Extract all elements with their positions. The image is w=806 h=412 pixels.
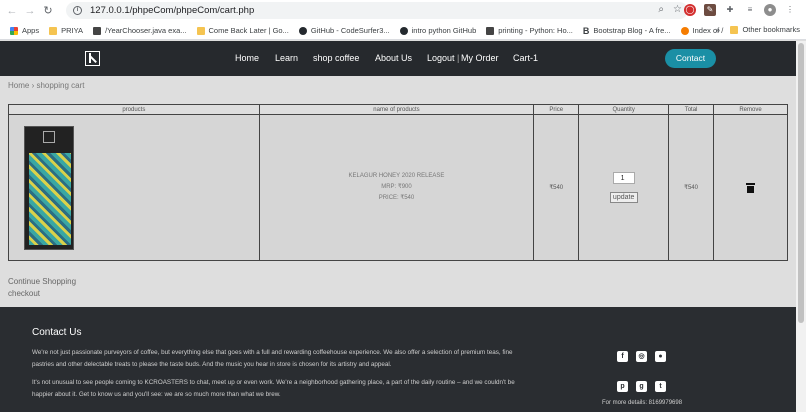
bookmark-priya[interactable]: PRIYA	[49, 26, 83, 35]
bookmark-yearchooser[interactable]: /YearChooser.java exa...	[93, 26, 187, 35]
social-row-2: p g t	[617, 381, 666, 392]
product-pattern	[29, 152, 71, 245]
bookmark-bootstrap-blog[interactable]: B Bootstrap Blog - A fre...	[583, 26, 671, 36]
site-footer: Contact Us We're not just passionate pur…	[0, 307, 796, 412]
site-info-icon[interactable]: i	[73, 6, 82, 15]
pinterest-icon[interactable]: p	[617, 381, 628, 392]
nav-separator: |	[457, 53, 460, 63]
table-row: KELAGUR HONEY 2020 RELEASE MRP: ₹900 PRI…	[8, 114, 788, 261]
browser-menu-icon[interactable]: ⋮	[784, 4, 796, 16]
quantity-input[interactable]: 1	[612, 172, 635, 184]
page-scrollbar[interactable]	[796, 41, 806, 412]
bookmark-printing-python[interactable]: printing - Python: Ho...	[486, 26, 573, 35]
product-name-cell: KELAGUR HONEY 2020 RELEASE MRP: ₹900 PRI…	[258, 114, 535, 261]
bookmark-github-codesurfer[interactable]: GitHub - CodeSurfer3...	[298, 26, 390, 35]
footer-paragraph-2: It's not unusual to see people coming to…	[32, 379, 515, 398]
folder-icon	[730, 25, 739, 34]
kcroasters-logo-icon[interactable]	[85, 51, 100, 66]
twitter-icon[interactable]: t	[655, 381, 666, 392]
trash-icon[interactable]	[746, 182, 756, 193]
instagram-icon[interactable]: ◎	[636, 351, 647, 362]
forward-arrow-icon[interactable]: →	[24, 5, 36, 17]
apps-grid-icon	[10, 26, 18, 35]
github-icon	[298, 26, 307, 35]
back-arrow-icon[interactable]: ←	[6, 5, 18, 17]
nav-shop-coffee[interactable]: shop coffee	[313, 53, 359, 63]
bootstrap-b-icon: B	[582, 25, 590, 36]
reading-list-icon[interactable]: ≡	[744, 4, 756, 16]
other-bookmarks[interactable]: Other bookmarks	[730, 25, 800, 34]
nav-cart[interactable]: Cart-1	[513, 53, 538, 63]
search-icon[interactable]: ⌕	[658, 4, 664, 15]
bookmark-star-icon[interactable]: ☆	[673, 4, 682, 15]
page-icon	[93, 26, 102, 35]
contact-phone: For more details: 8169979698	[602, 400, 683, 406]
browser-toolbar: ← → ↻ i 127.0.0.1/phpeCom/phpeCom/cart.p…	[0, 0, 806, 22]
bookmarks-bar: Apps PRIYA /YearChooser.java exa... Come…	[0, 22, 806, 40]
nav-home[interactable]: Home	[235, 53, 259, 63]
cart-table: products name of products Price Quantity…	[8, 104, 788, 261]
product-image	[24, 125, 74, 250]
scrollbar-thumb[interactable]	[798, 43, 804, 323]
contact-button[interactable]: Contact	[665, 49, 716, 68]
product-name: KELAGUR HONEY 2020 RELEASE	[348, 173, 445, 179]
quantity-cell: 1 update	[578, 114, 670, 261]
adblock-extension-icon[interactable]: ◯	[684, 4, 696, 16]
nav-learn[interactable]: Learn	[275, 53, 298, 63]
column-header-products: products	[8, 104, 260, 115]
bookmark-come-back-later[interactable]: Come Back Later | Go...	[196, 26, 289, 35]
site-header: Home Learn shop coffee About Us Logout |…	[0, 41, 796, 76]
nav-about-us[interactable]: About Us	[375, 53, 412, 63]
reddit-icon[interactable]: ●	[655, 351, 666, 362]
column-header-price: Price	[533, 104, 580, 115]
address-bar[interactable]: i 127.0.0.1/phpeCom/phpeCom/cart.php ⌕ ☆	[66, 2, 688, 19]
folder-icon	[196, 26, 205, 35]
product-mrp: MRP: ₹900	[381, 184, 412, 190]
product-price: ₹540	[533, 114, 580, 261]
profile-avatar-icon[interactable]: ●	[764, 4, 776, 16]
continue-shopping-link[interactable]: Continue Shopping	[8, 277, 76, 286]
google-plus-icon[interactable]: g	[636, 381, 647, 392]
bookmark-apps[interactable]: Apps	[10, 26, 39, 35]
extensions-puzzle-icon[interactable]: ✚	[724, 4, 736, 16]
footer-paragraph-1: We're not just passionate purveyors of c…	[32, 349, 513, 368]
column-header-total: Total	[668, 104, 715, 115]
facebook-icon[interactable]: f	[617, 351, 628, 362]
column-header-remove: Remove	[713, 104, 788, 115]
column-header-name: name of products	[258, 104, 535, 115]
cart-header-row: products name of products Price Quantity…	[8, 104, 788, 115]
nav-logout[interactable]: Logout	[427, 53, 455, 63]
folder-icon	[49, 26, 58, 35]
product-total: ₹540	[668, 114, 715, 261]
reload-icon[interactable]: ↻	[42, 5, 54, 17]
nav-my-order[interactable]: My Order	[461, 53, 499, 63]
github-icon	[399, 26, 408, 35]
bookmark-intro-python[interactable]: intro python GitHub	[399, 26, 476, 35]
update-button[interactable]: update	[609, 192, 638, 203]
social-row-1: f ◎ ●	[617, 351, 666, 362]
checkout-link[interactable]: checkout	[8, 289, 40, 298]
stackoverflow-icon	[486, 26, 495, 35]
footer-title: Contact Us	[32, 327, 82, 338]
breadcrumb[interactable]: Home › shopping cart	[8, 81, 84, 90]
product-label-logo	[43, 130, 55, 143]
product-image-cell	[8, 114, 260, 261]
product-price-line: PRICE: ₹540	[378, 195, 415, 201]
color-picker-extension-icon[interactable]: ✎	[704, 4, 716, 16]
remove-cell	[713, 114, 788, 261]
globe-icon	[680, 26, 689, 35]
more-bookmarks-chevron-icon[interactable]: »	[715, 25, 720, 35]
url-text: 127.0.0.1/phpeCom/phpeCom/cart.php	[90, 5, 255, 16]
column-header-quantity: Quantity	[578, 104, 670, 115]
